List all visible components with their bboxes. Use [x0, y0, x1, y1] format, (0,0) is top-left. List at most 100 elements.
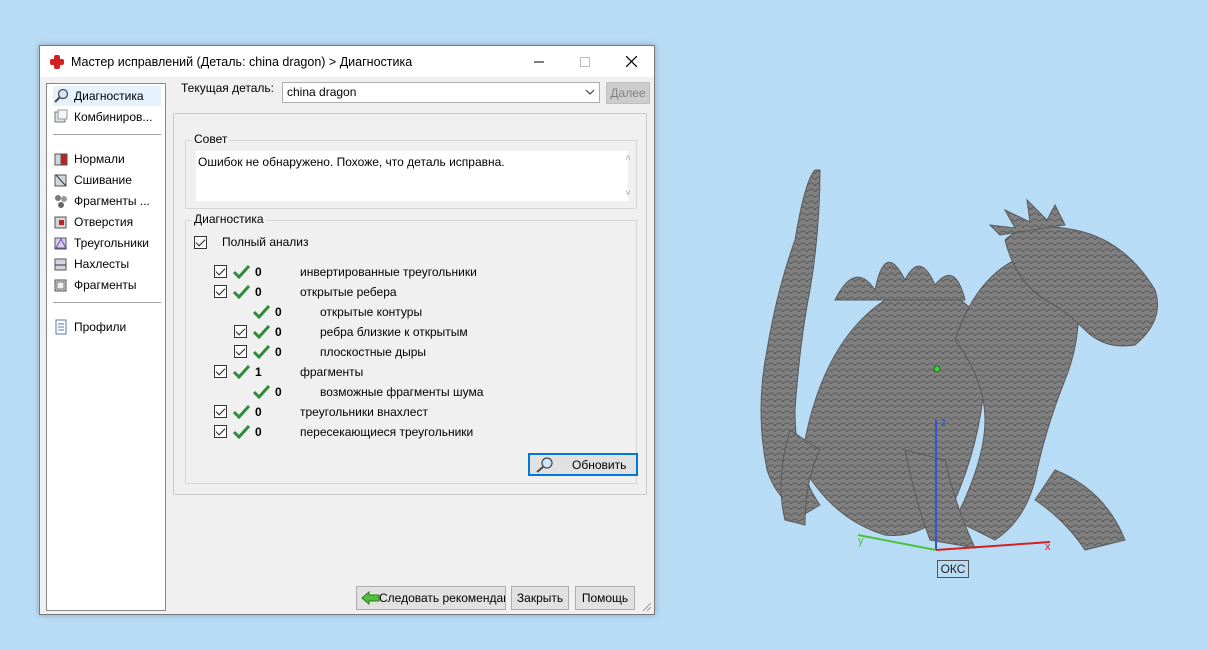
wizard-sidebar: Диагностика Комбиниров... Нормали Сшиван…: [46, 83, 166, 611]
close-icon: [625, 56, 637, 67]
row-count: 0: [255, 405, 262, 419]
x-axis-label: x: [1045, 541, 1051, 553]
row-checkbox-intersecting[interactable]: [214, 425, 227, 438]
row-count: 0: [275, 305, 282, 319]
dragon-model: z x y: [760, 169, 1158, 553]
minimize-icon: [534, 61, 544, 62]
normals-icon: [54, 153, 68, 166]
ok-check-icon: [253, 324, 270, 339]
app-cross-icon: [49, 54, 65, 70]
overlaps-icon: [54, 258, 67, 271]
sidebar-item-diagnostics[interactable]: Диагностика: [53, 86, 161, 106]
current-part-value: china dragon: [287, 85, 357, 99]
sidebar-item-normals[interactable]: Нормали: [53, 149, 161, 169]
sidebar-item-profiles[interactable]: Профили: [53, 317, 161, 337]
sidebar-item-triangles[interactable]: Треугольники: [53, 233, 161, 253]
diagnostics-group-title: Диагностика: [192, 212, 266, 226]
refresh-button[interactable]: Обновить: [528, 453, 638, 476]
scroll-up-icon[interactable]: ˄: [620, 153, 637, 164]
row-checkbox-planar-holes[interactable]: [234, 345, 247, 358]
sidebar-item-label: Комбиниров...: [74, 110, 153, 124]
next-button[interactable]: Далее: [606, 82, 650, 104]
full-analysis-checkbox[interactable]: [194, 236, 207, 249]
y-axis: [857, 534, 937, 551]
magnifier-icon: [536, 457, 553, 473]
row-label: плоскостные дыры: [320, 345, 427, 359]
sidebar-item-holes[interactable]: Отверстия: [53, 212, 161, 232]
follow-recommendations-button[interactable]: Следовать рекомендациям: [356, 586, 506, 610]
3d-viewport[interactable]: z x y ОКС: [655, 0, 1208, 650]
row-label: пересекающиеся треугольники: [300, 425, 474, 439]
magnifier-icon: [54, 88, 69, 103]
row-label: возможные фрагменты шума: [320, 385, 484, 399]
sidebar-item-overlaps[interactable]: Нахлесты: [53, 254, 161, 274]
maximize-icon: [580, 56, 590, 67]
row-count: 0: [255, 285, 262, 299]
resize-grip-icon[interactable]: [642, 602, 652, 612]
row-checkbox-shells[interactable]: [214, 365, 227, 378]
minimize-button[interactable]: [516, 46, 562, 77]
sidebar-divider: [53, 302, 161, 303]
row-label: открытые контуры: [320, 305, 423, 319]
current-part-label: Текущая деталь:: [181, 81, 274, 95]
tip-text: Ошибок не обнаружено. Похоже, что деталь…: [198, 155, 505, 169]
sidebar-item-fragments-noise[interactable]: Фрагменты ...: [53, 191, 161, 211]
close-button[interactable]: Закрыть: [511, 586, 569, 610]
ok-check-icon: [233, 364, 250, 379]
close-window-button[interactable]: [608, 46, 654, 77]
sidebar-item-label: Треугольники: [74, 236, 149, 250]
sidebar-item-label: Нахлесты: [74, 257, 130, 271]
sidebar-item-combine[interactable]: Комбиниров...: [53, 107, 161, 127]
row-label: фрагменты: [300, 365, 364, 379]
tip-group-title: Совет: [192, 132, 230, 146]
ok-check-icon: [233, 424, 250, 439]
diagnostics-panel: Совет Ошибок не обнаружено. Похоже, что …: [173, 113, 647, 495]
tip-scrollbar[interactable]: ˄ ˅: [611, 151, 631, 201]
follow-label: Следовать рекомендациям: [379, 591, 505, 605]
sidebar-item-label: Сшивание: [74, 173, 132, 187]
row-label: инвертированные треугольники: [300, 265, 477, 279]
maximize-button[interactable]: [562, 46, 608, 77]
row-checkbox-open-edges[interactable]: [214, 285, 227, 298]
tip-textbox[interactable]: Ошибок не обнаружено. Похоже, что деталь…: [196, 151, 612, 201]
help-button[interactable]: Помощь: [575, 586, 635, 610]
full-analysis-label: Полный анализ: [222, 235, 309, 249]
row-count: 0: [275, 385, 282, 399]
row-label: ребра близкие к открытым: [320, 325, 468, 339]
repair-wizard-dialog: Мастер исправлений (Деталь: china dragon…: [39, 45, 655, 615]
stitch-icon: [54, 174, 67, 187]
sidebar-item-shells[interactable]: Фрагменты: [53, 275, 161, 295]
sidebar-item-label: Диагностика: [74, 89, 144, 103]
row-label: треугольники внахлест: [300, 405, 428, 419]
row-checkbox-near-open-edges[interactable]: [234, 325, 247, 338]
diagnostics-group: Диагностика Полный анализ 0 инвертирован…: [185, 212, 638, 484]
sidebar-item-label: Фрагменты: [74, 278, 137, 292]
row-count: 0: [255, 265, 262, 279]
combine-icon: [54, 109, 68, 123]
refresh-label: Обновить: [572, 457, 627, 472]
shells-icon: [54, 279, 67, 292]
profile-icon: [55, 319, 67, 335]
current-part-select[interactable]: china dragon: [282, 82, 600, 103]
holes-icon: [54, 216, 67, 229]
ok-check-icon: [253, 344, 270, 359]
row-count: 1: [255, 365, 262, 379]
chevron-down-icon: [585, 83, 595, 109]
sidebar-item-label: Фрагменты ...: [74, 194, 150, 208]
ok-check-icon: [233, 264, 250, 279]
row-count: 0: [275, 345, 282, 359]
ok-check-icon: [233, 284, 250, 299]
sidebar-item-label: Отверстия: [74, 215, 134, 229]
pivot-point: [933, 365, 941, 373]
dialog-title: Мастер исправлений (Деталь: china dragon…: [71, 54, 413, 69]
follow-arrow-icon: [361, 590, 380, 606]
scroll-down-icon[interactable]: ˅: [620, 188, 637, 199]
z-axis-label: z: [941, 417, 947, 429]
row-checkbox-inverted[interactable]: [214, 265, 227, 278]
sidebar-item-stitch[interactable]: Сшивание: [53, 170, 161, 190]
sidebar-item-label: Нормали: [74, 152, 125, 166]
ok-check-icon: [253, 304, 270, 319]
row-checkbox-overlapping[interactable]: [214, 405, 227, 418]
fragments-icon: [55, 195, 67, 208]
title-bar[interactable]: Мастер исправлений (Деталь: china dragon…: [40, 46, 654, 77]
